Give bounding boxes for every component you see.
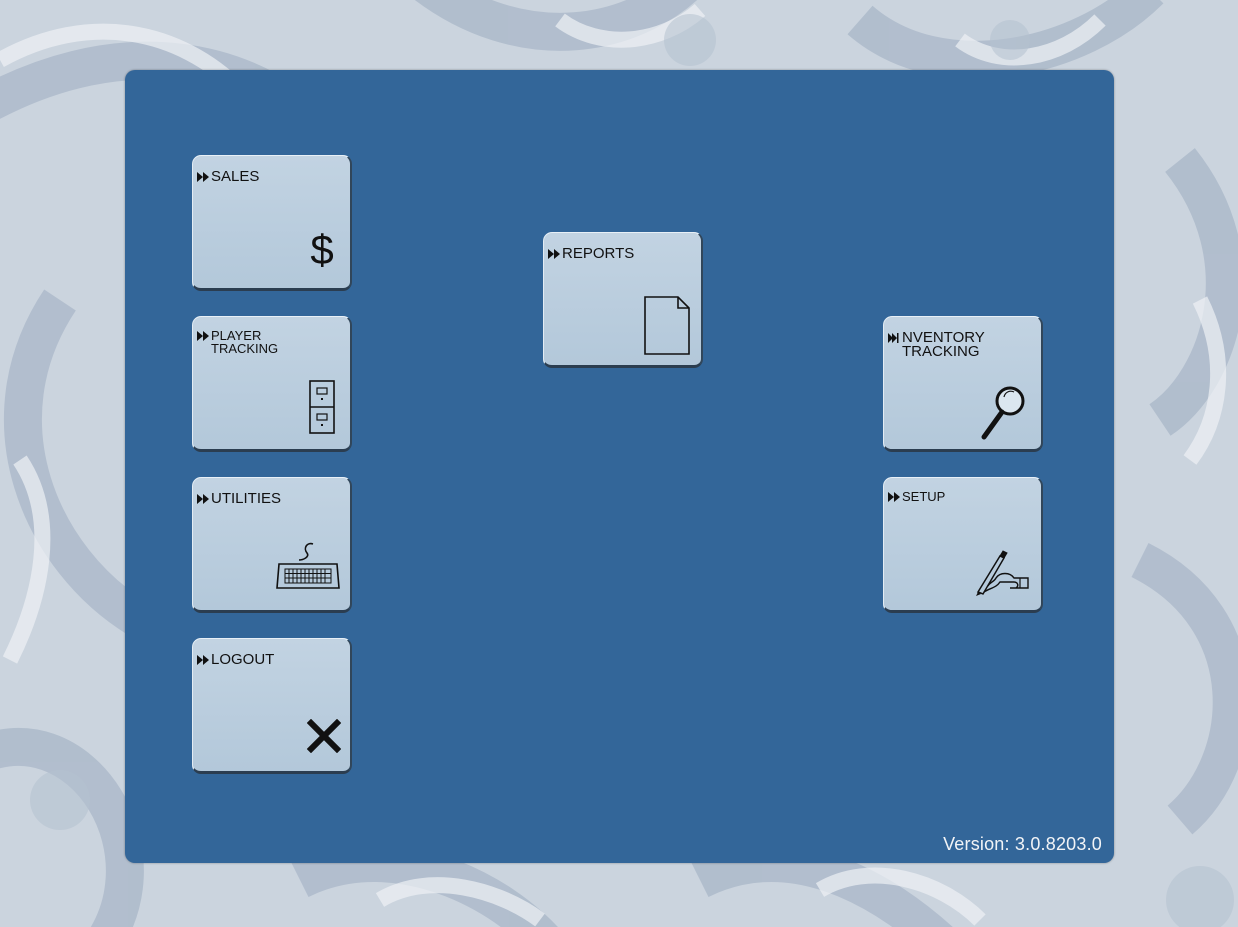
double-arrow-icon [888,492,900,502]
inventory-tracking-label: NVENTORY TRACKING [888,330,985,359]
setup-button[interactable]: SETUP [883,477,1043,613]
filing-cabinet-icon [309,380,335,434]
sales-label: SALES [197,169,259,184]
svg-text:$: $ [310,226,333,272]
hand-writing-icon [976,550,1029,596]
version-label: Version: 3.0.8203.0 [943,834,1102,854]
utilities-label: UTILITIES [197,491,281,506]
player-tracking-label: PLAYER TRACKING [197,329,278,355]
reports-button[interactable]: REPORTS [543,232,703,368]
double-arrow-icon [197,172,209,182]
logout-label: LOGOUT [197,652,274,667]
document-icon [644,296,690,355]
reports-label: REPORTS [548,246,634,261]
double-arrow-icon [197,494,209,504]
main-menu-panel: SALES $ PLAYER TRACKING UTILITIES LOGOUT… [125,70,1114,863]
magnifier-icon [981,386,1025,440]
setup-label: SETUP [888,490,945,503]
utilities-button[interactable]: UTILITIES [192,477,352,613]
inventory-tracking-button[interactable]: NVENTORY TRACKING [883,316,1043,452]
dollar-icon: $ [310,226,333,272]
close-x-icon [307,719,341,753]
sales-button[interactable]: SALES $ [192,155,352,291]
logout-button[interactable]: LOGOUT [192,638,352,774]
double-arrow-icon [548,249,560,259]
double-arrow-icon [197,331,209,341]
player-tracking-button[interactable]: PLAYER TRACKING [192,316,352,452]
triple-arrow-icon [888,333,899,343]
keyboard-icon [276,542,340,589]
double-arrow-icon [197,655,209,665]
